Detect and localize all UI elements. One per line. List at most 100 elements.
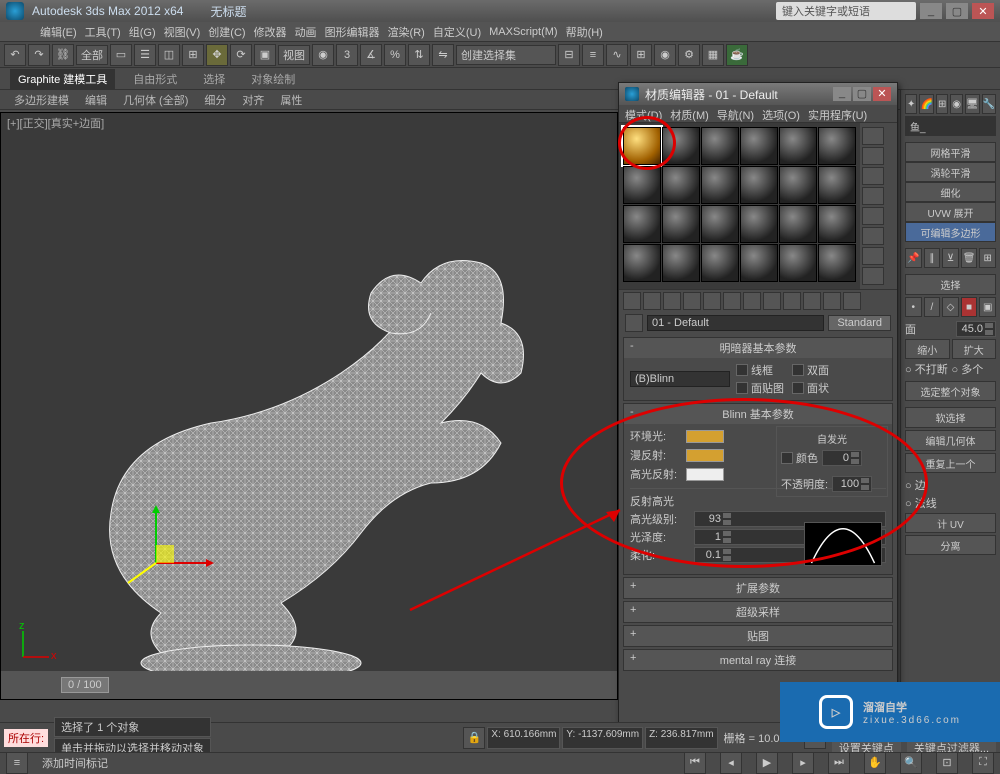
menu-help[interactable]: 帮助(H) — [566, 24, 603, 40]
material-slot[interactable] — [818, 166, 856, 204]
menu-graph[interactable]: 图形编辑器 — [325, 24, 380, 40]
tab-graphite[interactable]: Graphite 建模工具 — [10, 69, 115, 89]
sample-uv-icon[interactable] — [862, 187, 884, 205]
rollout-editgeom[interactable]: 编辑几何体 — [905, 430, 996, 451]
subtab-align[interactable]: 对齐 — [236, 91, 270, 109]
me-close-button[interactable]: ✕ — [873, 87, 891, 101]
menu-tools[interactable]: 工具(T) — [85, 24, 121, 40]
percent-snap-icon[interactable]: % — [384, 44, 406, 66]
check-facemap[interactable]: 面贴图 — [736, 380, 784, 396]
background-icon[interactable] — [862, 167, 884, 185]
window-crossing-icon[interactable]: ⊞ — [182, 44, 204, 66]
material-slot[interactable] — [779, 166, 817, 204]
configure-icon[interactable]: ⊞ — [979, 248, 996, 268]
material-slot[interactable] — [701, 127, 739, 165]
rollout-supersampling[interactable]: 超级采样 — [624, 602, 892, 622]
go-sibling-icon[interactable] — [843, 292, 861, 310]
viewport[interactable]: [+][正交][真实+边面] z x 0 / 100 — [0, 112, 618, 700]
spinner-snap-icon[interactable]: ⇅ — [408, 44, 430, 66]
material-slot[interactable] — [701, 244, 739, 282]
menu-maxscript[interactable]: MAXScript(M) — [489, 26, 557, 38]
maximize-button[interactable]: ▢ — [946, 3, 968, 19]
opacity-spinner[interactable]: 100 — [832, 476, 872, 492]
make-unique-icon[interactable] — [723, 292, 741, 310]
pivot-icon[interactable]: ◉ — [312, 44, 334, 66]
material-type-button[interactable]: Standard — [828, 315, 891, 331]
show-end-icon[interactable]: ∥ — [924, 248, 941, 268]
named-selection-sets[interactable]: 创建选择集 — [456, 45, 556, 65]
material-slot[interactable] — [818, 127, 856, 165]
subtab-properties[interactable]: 属性 — [274, 91, 308, 109]
shrink-button[interactable]: 缩小 — [905, 339, 950, 359]
rollout-softsel[interactable]: 软选择 — [905, 407, 996, 428]
diffuse-swatch[interactable] — [686, 449, 724, 462]
object-name[interactable]: 鱼_ — [905, 116, 996, 136]
min-max-toggle-icon[interactable]: ⛶ — [972, 752, 994, 774]
radio-nobreak[interactable]: ○ 不打断 — [905, 361, 950, 377]
scale-icon[interactable]: ▣ — [254, 44, 276, 66]
undo-icon[interactable]: ↶ — [4, 44, 26, 66]
ambient-swatch[interactable] — [686, 430, 724, 443]
tab-freeform[interactable]: 自由形式 — [125, 69, 185, 89]
goto-end-icon[interactable]: ⏭ — [828, 752, 850, 774]
ring-button[interactable]: 计 UV — [905, 513, 996, 533]
render-setup-icon[interactable]: ⚙ — [678, 44, 700, 66]
time-slider[interactable]: 0 / 100 — [1, 671, 617, 699]
curve-editor-icon[interactable]: ∿ — [606, 44, 628, 66]
assign-to-sel-icon[interactable] — [663, 292, 681, 310]
loop-button[interactable]: 分离 — [905, 535, 996, 555]
material-slot[interactable] — [740, 127, 778, 165]
coord-z[interactable]: Z: 236.817mm — [645, 727, 717, 749]
play-icon[interactable]: ▶ — [756, 752, 778, 774]
repeat-last-button[interactable]: 重复上一个 — [905, 453, 996, 473]
snap-icon[interactable]: 3 — [336, 44, 358, 66]
subobj-vertex-icon[interactable]: • — [905, 297, 922, 317]
material-slot[interactable] — [779, 244, 817, 282]
material-slot[interactable] — [779, 127, 817, 165]
move-icon[interactable]: ✥ — [206, 44, 228, 66]
show-end-result-icon[interactable] — [803, 292, 821, 310]
rotate-icon[interactable]: ⟳ — [230, 44, 252, 66]
material-slot[interactable] — [623, 166, 661, 204]
prev-frame-icon[interactable]: ◂ — [720, 752, 742, 774]
angle-spinner[interactable]: 45.0 — [956, 321, 996, 337]
backlight-icon[interactable] — [862, 147, 884, 165]
zoom-icon[interactable]: 🔍 — [900, 752, 922, 774]
goto-start-icon[interactable]: ⏮ — [684, 752, 706, 774]
link-icon[interactable]: ⛓ — [52, 44, 74, 66]
me-menu-options[interactable]: 选项(O) — [762, 107, 800, 120]
me-menu-nav[interactable]: 导航(N) — [717, 107, 754, 120]
rollout-maps[interactable]: 贴图 — [624, 626, 892, 646]
grow-button[interactable]: 扩大 — [952, 339, 997, 359]
remove-mod-icon[interactable]: 🗑 — [961, 248, 978, 268]
viewport-label[interactable]: [+][正交][真实+边面] — [7, 115, 104, 131]
create-tab-icon[interactable]: ✦ — [905, 94, 917, 114]
radio-more[interactable]: ○ 多个 — [952, 361, 997, 377]
put-to-lib-icon[interactable] — [743, 292, 761, 310]
material-slot[interactable] — [818, 205, 856, 243]
make-preview-icon[interactable] — [862, 227, 884, 245]
pick-material-icon[interactable] — [625, 314, 643, 332]
me-menu-material[interactable]: 材质(M) — [670, 107, 709, 120]
schematic-icon[interactable]: ⊞ — [630, 44, 652, 66]
subtab-polymodel[interactable]: 多边形建模 — [8, 91, 75, 109]
render-icon[interactable]: ☕ — [726, 44, 748, 66]
selection-filter[interactable]: 全部 — [76, 45, 108, 65]
menu-render[interactable]: 渲染(R) — [388, 24, 425, 40]
self-illum-color-check[interactable]: 颜色 — [781, 450, 818, 466]
material-slot[interactable] — [662, 244, 700, 282]
subobj-polygon-icon[interactable]: ■ — [961, 297, 978, 317]
rollout-extended[interactable]: 扩展参数 — [624, 578, 892, 598]
material-slot[interactable] — [623, 205, 661, 243]
help-search[interactable]: 键入关键字或短语 — [776, 2, 916, 20]
lock-selection-icon[interactable]: 🔒 — [463, 727, 485, 749]
check-wireframe[interactable]: 线框 — [736, 362, 784, 378]
add-time-tag[interactable]: 添加时间标记 — [42, 755, 108, 771]
zoom-extents-icon[interactable]: ⊡ — [936, 752, 958, 774]
minimize-button[interactable]: _ — [920, 3, 942, 19]
subtab-subdivide[interactable]: 细分 — [198, 91, 232, 109]
menu-create[interactable]: 创建(C) — [208, 24, 245, 40]
me-menu-mode[interactable]: 模式(D) — [625, 107, 662, 120]
self-illum-spinner[interactable]: 0 — [822, 450, 862, 466]
material-slot[interactable] — [818, 244, 856, 282]
